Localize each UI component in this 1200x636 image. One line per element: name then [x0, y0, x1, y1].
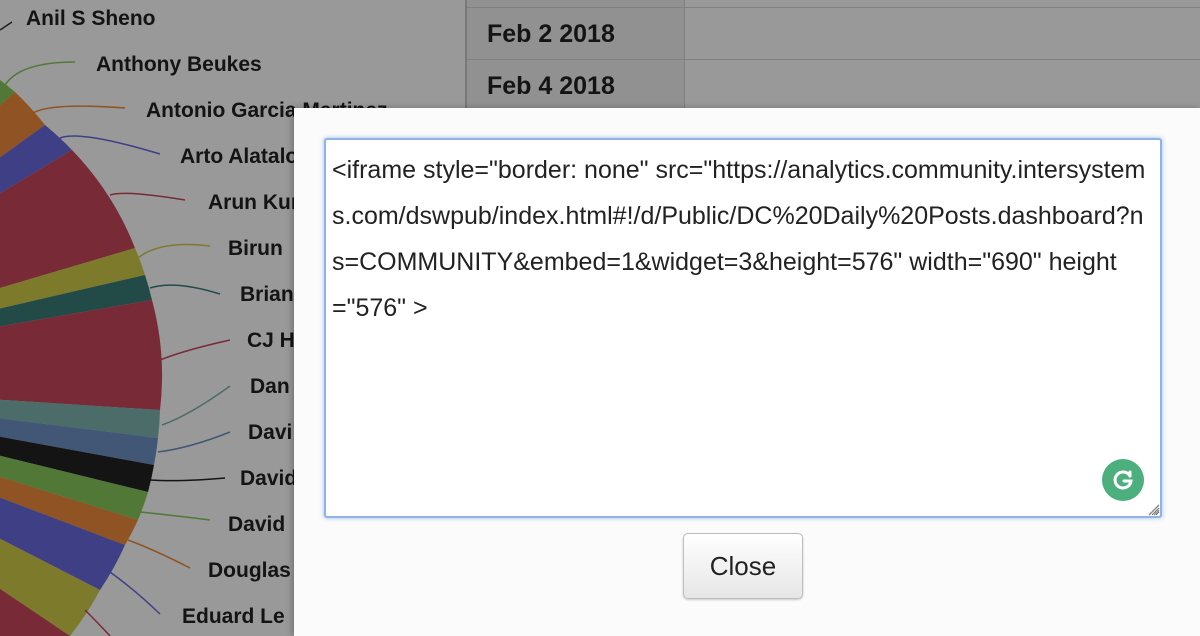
resize-handle-icon[interactable] — [1146, 502, 1160, 516]
embed-code-textarea[interactable]: <iframe style="border: none" src="https:… — [324, 138, 1162, 518]
embed-code-dialog: <iframe style="border: none" src="https:… — [294, 108, 1200, 636]
grammarly-icon[interactable] — [1102, 459, 1144, 501]
close-button[interactable]: Close — [683, 533, 803, 599]
grammarly-g-glyph — [1113, 470, 1133, 490]
